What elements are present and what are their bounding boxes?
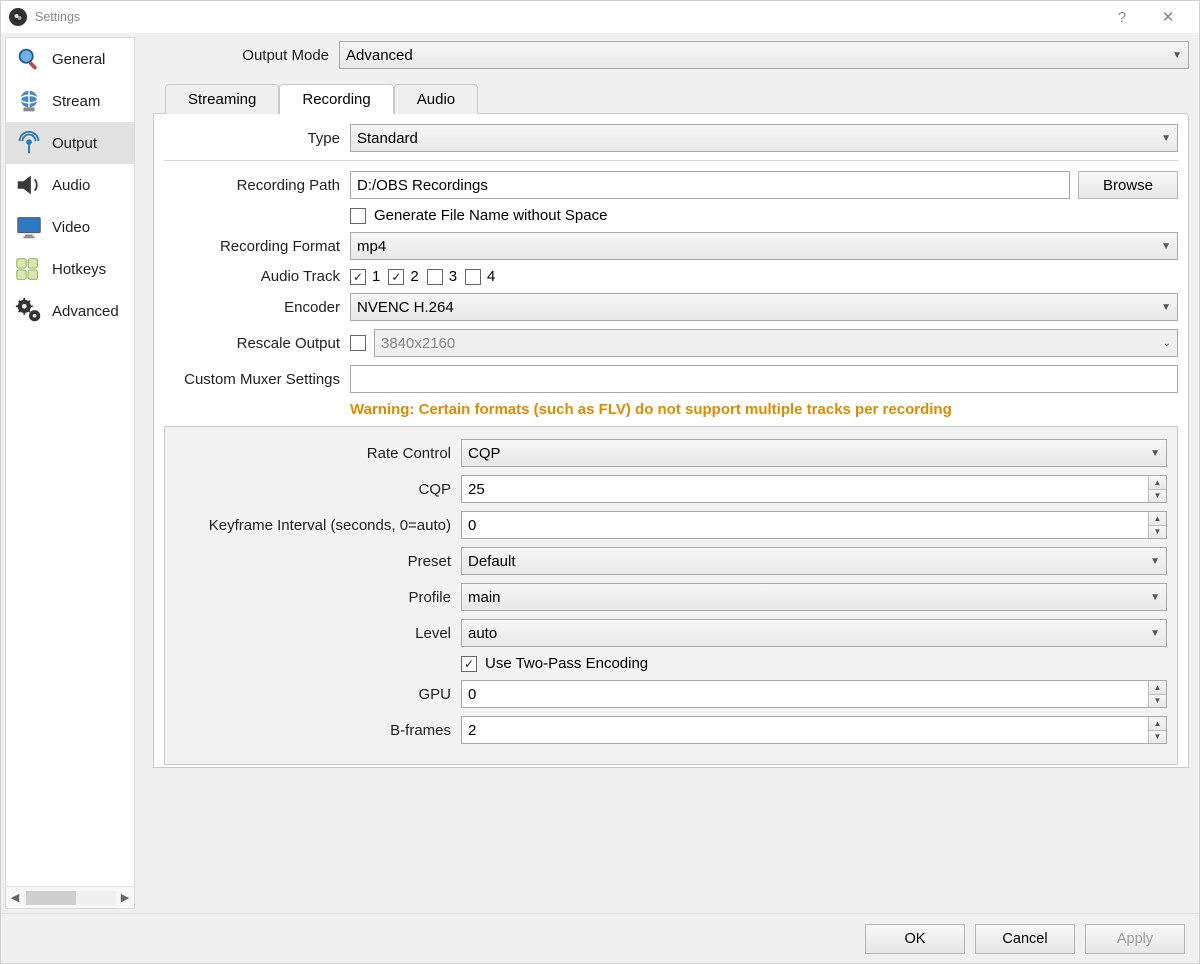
chevron-down-icon: ▼ xyxy=(1155,133,1171,144)
sidebar-item-label: Hotkeys xyxy=(52,261,106,278)
output-icon xyxy=(12,126,46,160)
profile-select[interactable]: main▼ xyxy=(461,583,1167,611)
help-button[interactable]: ? xyxy=(1099,1,1145,33)
level-label: Level xyxy=(175,625,461,642)
type-select[interactable]: Standard▼ xyxy=(350,124,1178,152)
scrollbar-thumb[interactable] xyxy=(26,891,76,905)
cancel-button[interactable]: Cancel xyxy=(975,924,1075,954)
sidebar: General Stream Output xyxy=(5,37,135,909)
rate-control-label: Rate Control xyxy=(175,445,461,462)
separator xyxy=(164,160,1178,161)
muxer-settings-label: Custom Muxer Settings xyxy=(164,371,350,388)
recording-format-label: Recording Format xyxy=(164,238,350,255)
preset-label: Preset xyxy=(175,553,461,570)
stream-icon xyxy=(12,84,46,118)
sidebar-item-stream[interactable]: Stream xyxy=(6,80,134,122)
profile-label: Profile xyxy=(175,589,461,606)
encoder-settings-box: Rate Control CQP▼ CQP 25▲▼ Keyframe Inte… xyxy=(164,426,1178,765)
sidebar-item-label: Advanced xyxy=(52,303,119,320)
spinner-buttons[interactable]: ▲▼ xyxy=(1148,476,1166,502)
format-warning: Warning: Certain formats (such as FLV) d… xyxy=(350,401,952,418)
sidebar-item-video[interactable]: Video xyxy=(6,206,134,248)
rescale-output-select[interactable]: 3840x2160⌄ xyxy=(374,329,1178,357)
scroll-right-icon[interactable]: ▶ xyxy=(116,889,134,907)
audio-icon xyxy=(12,168,46,202)
sidebar-item-audio[interactable]: Audio xyxy=(6,164,134,206)
sidebar-item-label: Audio xyxy=(52,177,90,194)
rescale-output-checkbox[interactable] xyxy=(350,335,366,351)
tab-audio[interactable]: Audio xyxy=(394,84,478,114)
sidebar-item-general[interactable]: General xyxy=(6,38,134,80)
rescale-output-label: Rescale Output xyxy=(164,335,350,352)
gen-no-space-checkbox[interactable] xyxy=(350,208,366,224)
chevron-down-icon: ▼ xyxy=(1144,556,1160,567)
encoder-label: Encoder xyxy=(164,299,350,316)
gen-no-space-label: Generate File Name without Space xyxy=(374,207,607,224)
titlebar: Settings ? ✕ xyxy=(1,1,1199,33)
keyframe-interval-input[interactable]: 0▲▼ xyxy=(461,511,1167,539)
recording-format-select[interactable]: mp4▼ xyxy=(350,232,1178,260)
app-icon xyxy=(9,8,27,26)
audio-track-1-checkbox[interactable]: ✓ xyxy=(350,269,366,285)
audio-track-3-checkbox[interactable] xyxy=(427,269,443,285)
audio-track-4-checkbox[interactable] xyxy=(465,269,481,285)
advanced-icon xyxy=(12,294,46,328)
gpu-input[interactable]: 0▲▼ xyxy=(461,680,1167,708)
sidebar-item-label: Video xyxy=(52,219,90,236)
main-panel: Output Mode Advanced▼ Streaming Recordin… xyxy=(135,33,1199,913)
level-select[interactable]: auto▼ xyxy=(461,619,1167,647)
spinner-buttons[interactable]: ▲▼ xyxy=(1148,512,1166,538)
bframes-label: B-frames xyxy=(175,722,461,739)
bframes-input[interactable]: 2▲▼ xyxy=(461,716,1167,744)
apply-button[interactable]: Apply xyxy=(1085,924,1185,954)
hotkeys-icon xyxy=(12,252,46,286)
scroll-left-icon[interactable]: ◀ xyxy=(6,889,24,907)
sidebar-item-hotkeys[interactable]: Hotkeys xyxy=(6,248,134,290)
rate-control-select[interactable]: CQP▼ xyxy=(461,439,1167,467)
chevron-down-icon: ▼ xyxy=(1144,448,1160,459)
encoder-select[interactable]: NVENC H.264▼ xyxy=(350,293,1178,321)
two-pass-label: Use Two-Pass Encoding xyxy=(485,655,648,672)
tab-streaming[interactable]: Streaming xyxy=(165,84,279,114)
sidebar-scrollbar[interactable]: ◀ ▶ xyxy=(6,886,134,908)
tab-recording-body: Type Standard▼ Recording Path D:/OBS Rec… xyxy=(153,113,1189,768)
keyframe-interval-label: Keyframe Interval (seconds, 0=auto) xyxy=(175,517,461,534)
cqp-label: CQP xyxy=(175,481,461,498)
muxer-settings-input[interactable] xyxy=(350,365,1178,393)
spinner-buttons[interactable]: ▲▼ xyxy=(1148,717,1166,743)
chevron-down-icon: ▼ xyxy=(1155,241,1171,252)
chevron-down-icon: ⌄ xyxy=(1157,338,1171,349)
chevron-down-icon: ▼ xyxy=(1144,628,1160,639)
preset-select[interactable]: Default▼ xyxy=(461,547,1167,575)
window-title: Settings xyxy=(35,10,80,24)
output-mode-select[interactable]: Advanced▼ xyxy=(339,41,1189,69)
browse-button[interactable]: Browse xyxy=(1078,171,1178,199)
tab-recording[interactable]: Recording xyxy=(279,84,393,114)
chevron-down-icon: ▼ xyxy=(1144,592,1160,603)
chevron-down-icon: ▼ xyxy=(1166,50,1182,61)
chevron-down-icon: ▼ xyxy=(1155,302,1171,313)
ok-button[interactable]: OK xyxy=(865,924,965,954)
gpu-label: GPU xyxy=(175,686,461,703)
close-button[interactable]: ✕ xyxy=(1145,1,1191,33)
spinner-buttons[interactable]: ▲▼ xyxy=(1148,681,1166,707)
audio-track-2-checkbox[interactable]: ✓ xyxy=(388,269,404,285)
audio-track-label: Audio Track xyxy=(164,268,350,285)
sidebar-item-advanced[interactable]: Advanced xyxy=(6,290,134,332)
sidebar-item-output[interactable]: Output xyxy=(6,122,134,164)
general-icon xyxy=(12,42,46,76)
dialog-buttons: OK Cancel Apply xyxy=(1,913,1199,963)
cqp-input[interactable]: 25▲▼ xyxy=(461,475,1167,503)
output-tabs: Streaming Recording Audio xyxy=(153,83,1189,113)
two-pass-checkbox[interactable]: ✓ xyxy=(461,656,477,672)
settings-window: Settings ? ✕ General Stream xyxy=(0,0,1200,964)
sidebar-item-label: Stream xyxy=(52,93,100,110)
sidebar-item-label: Output xyxy=(52,135,97,152)
sidebar-item-label: General xyxy=(52,51,105,68)
recording-path-label: Recording Path xyxy=(164,177,350,194)
type-label: Type xyxy=(164,130,350,147)
video-icon xyxy=(12,210,46,244)
recording-path-input[interactable]: D:/OBS Recordings xyxy=(350,171,1070,199)
output-mode-label: Output Mode xyxy=(153,47,339,64)
